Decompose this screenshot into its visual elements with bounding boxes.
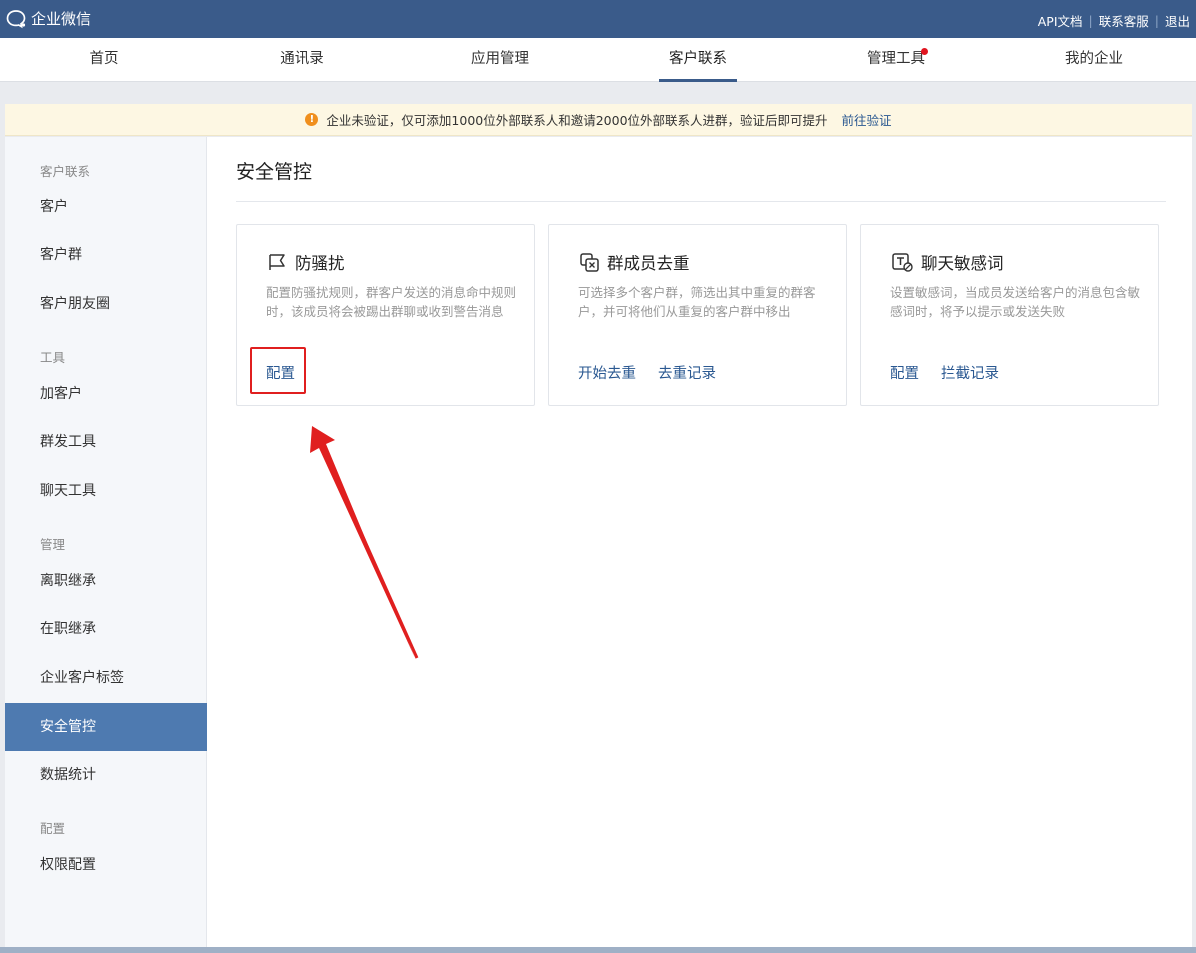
dedup-records-link[interactable]: 去重记录 (658, 362, 716, 383)
dedup-icon (580, 253, 599, 272)
card-actions: 配置 拦截记录 (890, 362, 1021, 383)
start-dedup-link[interactable]: 开始去重 (578, 362, 636, 383)
intercept-records-link[interactable]: 拦截记录 (941, 362, 999, 383)
sidebar: 客户联系 客户 客户群 客户朋友圈 工具 加客户 群发工具 聊天工具 管理 离职… (5, 137, 207, 947)
notification-dot (921, 48, 928, 55)
taskbar-strip (0, 947, 1196, 953)
sidebar-item-customer-groups[interactable]: 客户群 (5, 231, 207, 279)
separator: | (1088, 13, 1093, 28)
card-description: 配置防骚扰规则，群客户发送的消息命中规则时，该成员将会被踢出群聊或收到警告消息 (266, 285, 517, 319)
divider (236, 201, 1166, 202)
sensitive-words-card: 聊天敏感词 设置敏感词，当成员发送给客户的消息包含敏感词时，将予以提示或发送失败… (860, 224, 1159, 406)
nav-tab-contacts[interactable]: 通讯录 (237, 38, 367, 82)
sidebar-item-resigned-inheritance[interactable]: 离职继承 (5, 557, 207, 605)
page-title: 安全管控 (236, 161, 313, 183)
top-bar: 企业微信 API文档 | 联系客服 | 退出 (0, 0, 1196, 38)
main-nav: 首页 通讯录 应用管理 客户联系 管理工具 我的企业 (0, 38, 1196, 82)
sidebar-item-security-control[interactable]: 安全管控 (5, 703, 207, 751)
card-header: 防骚扰 (267, 250, 345, 274)
nav-tab-app-management[interactable]: 应用管理 (435, 38, 565, 82)
sidebar-item-add-customer[interactable]: 加客户 (5, 370, 207, 418)
app-logo[interactable]: 企业微信 (6, 8, 91, 29)
dedup-card: 群成员去重 可选择多个客户群，筛选出其中重复的群客户，并可将他们从重复的客户群中… (548, 224, 847, 406)
card-title: 防骚扰 (295, 254, 345, 273)
sensitive-word-config-link[interactable]: 配置 (890, 362, 919, 383)
separator: | (1154, 13, 1159, 28)
top-links: API文档 | 联系客服 | 退出 (1038, 11, 1190, 30)
anti-harassment-config-link[interactable]: 配置 (266, 362, 295, 383)
verify-link[interactable]: 前往验证 (842, 110, 892, 129)
nav-tab-customer-contact[interactable]: 客户联系 (633, 38, 763, 82)
app-name: 企业微信 (31, 10, 92, 28)
card-header: 聊天敏感词 (891, 250, 1004, 274)
sidebar-group-title: 管理 (40, 537, 66, 552)
sidebar-group-title: 工具 (40, 350, 66, 365)
contact-support-link[interactable]: 联系客服 (1099, 11, 1149, 30)
sidebar-item-moments[interactable]: 客户朋友圈 (5, 280, 207, 328)
sidebar-item-broadcast-tool[interactable]: 群发工具 (5, 418, 207, 466)
sidebar-item-customer-tags[interactable]: 企业客户标签 (5, 654, 207, 702)
sidebar-item-active-inheritance[interactable]: 在职继承 (5, 605, 207, 653)
sidebar-item-permission-config[interactable]: 权限配置 (5, 841, 207, 889)
anti-harassment-card: 防骚扰 配置防骚扰规则，群客户发送的消息命中规则时，该成员将会被踢出群聊或收到警… (236, 224, 535, 406)
api-docs-link[interactable]: API文档 (1038, 11, 1083, 30)
nav-tab-label: 管理工具 (867, 51, 925, 67)
sidebar-group-title: 客户联系 (40, 164, 91, 179)
flag-icon (269, 254, 285, 270)
sidebar-item-customers[interactable]: 客户 (5, 183, 207, 231)
card-header: 群成员去重 (579, 250, 690, 274)
verification-notice: ! 企业未验证，仅可添加1000位外部联系人和邀请2000位外部联系人进群，验证… (5, 104, 1192, 136)
warning-icon: ! (305, 113, 319, 126)
sidebar-item-statistics[interactable]: 数据统计 (5, 751, 207, 799)
card-actions: 配置 (266, 362, 317, 383)
nav-tab-my-enterprise[interactable]: 我的企业 (1029, 38, 1159, 82)
card-title: 聊天敏感词 (921, 254, 1004, 273)
card-title: 群成员去重 (607, 254, 690, 273)
nav-tab-home[interactable]: 首页 (39, 38, 169, 82)
content-area: 客户联系 客户 客户群 客户朋友圈 工具 加客户 群发工具 聊天工具 管理 离职… (5, 137, 1192, 947)
card-actions: 开始去重 去重记录 (578, 362, 738, 383)
sidebar-item-chat-tool[interactable]: 聊天工具 (5, 467, 207, 515)
nav-tab-management-tools[interactable]: 管理工具 (831, 38, 961, 82)
logout-link[interactable]: 退出 (1165, 11, 1190, 30)
notice-text: 企业未验证，仅可添加1000位外部联系人和邀请2000位外部联系人进群，验证后即… (326, 113, 828, 128)
card-description: 设置敏感词，当成员发送给客户的消息包含敏感词时，将予以提示或发送失败 (890, 285, 1141, 319)
sensitive-word-icon (892, 253, 913, 272)
wework-logo-icon (6, 9, 26, 28)
card-description: 可选择多个客户群，筛选出其中重复的群客户，并可将他们从重复的客户群中移出 (578, 285, 816, 319)
sidebar-group-title: 配置 (40, 821, 66, 836)
